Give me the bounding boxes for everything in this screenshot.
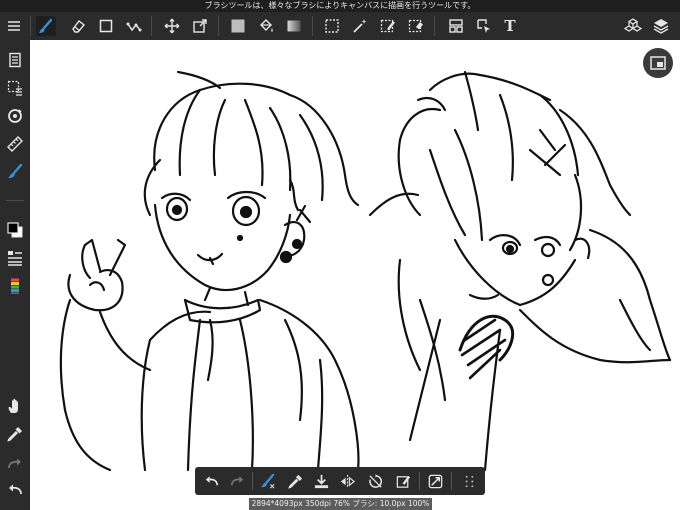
status-bar: 2894*4093px 350dpi 76% ブラシ: 10.0px 100% xyxy=(249,498,432,510)
color-palette-icon[interactable] xyxy=(5,276,25,296)
operation-icon[interactable] xyxy=(474,16,494,36)
undo-icon[interactable] xyxy=(201,471,221,491)
navigator-icon xyxy=(650,56,666,70)
toggle-icon[interactable] xyxy=(425,471,445,491)
rotate-icon[interactable] xyxy=(365,471,385,491)
eraser-icon[interactable] xyxy=(68,16,88,36)
ruler-icon[interactable] xyxy=(5,134,25,154)
line-art-drawing xyxy=(59,70,672,472)
text-icon[interactable]: T xyxy=(500,16,520,36)
flip-icon[interactable] xyxy=(337,471,357,491)
magic-wand-icon[interactable] xyxy=(350,16,370,36)
gradient-icon[interactable] xyxy=(284,16,304,36)
brush-cursor-icon[interactable] xyxy=(5,162,25,182)
brush-size-icon[interactable] xyxy=(5,248,25,268)
select-icon[interactable] xyxy=(322,16,342,36)
hand-icon[interactable] xyxy=(5,396,25,416)
bucket-icon[interactable] xyxy=(256,16,276,36)
left-toolbar xyxy=(0,40,30,510)
select-eraser-icon[interactable] xyxy=(406,16,426,36)
bottom-toolbar xyxy=(195,467,485,495)
fill-color-icon[interactable] xyxy=(228,16,248,36)
top-toolbar: T xyxy=(0,12,680,40)
tool-tip-bar: ブラシツールは、様々なブラシによりキャンバスに描画を行うツールです。 xyxy=(0,0,680,12)
snap-icon[interactable] xyxy=(5,106,25,126)
eyedropper-icon[interactable] xyxy=(5,424,25,444)
materials-icon[interactable] xyxy=(623,16,643,36)
canvas-transform-icon[interactable] xyxy=(190,16,210,36)
page-manager-icon[interactable] xyxy=(5,50,25,70)
layers-icon[interactable] xyxy=(651,16,671,36)
redo-icon[interactable] xyxy=(5,454,25,474)
move-icon[interactable] xyxy=(162,16,182,36)
menu-icon[interactable] xyxy=(4,16,24,36)
save-icon[interactable] xyxy=(311,471,331,491)
rectangle-icon[interactable] xyxy=(96,16,116,36)
undo-icon[interactable] xyxy=(5,480,25,500)
eyedropper-icon[interactable] xyxy=(285,471,305,491)
brush-icon[interactable] xyxy=(36,16,56,36)
frame-divider-icon[interactable] xyxy=(446,16,466,36)
select-pen-icon[interactable] xyxy=(378,16,398,36)
navigator-button[interactable] xyxy=(643,48,673,78)
grid-icon[interactable] xyxy=(459,471,479,491)
selection-dashed-icon[interactable] xyxy=(5,78,25,98)
transform-icon[interactable] xyxy=(124,16,144,36)
redo-icon[interactable] xyxy=(227,471,247,491)
drawing-canvas[interactable] xyxy=(30,40,680,510)
color-swatch-icon[interactable] xyxy=(5,220,25,240)
brush-tool-icon[interactable] xyxy=(257,471,277,491)
edit-icon[interactable] xyxy=(393,471,413,491)
